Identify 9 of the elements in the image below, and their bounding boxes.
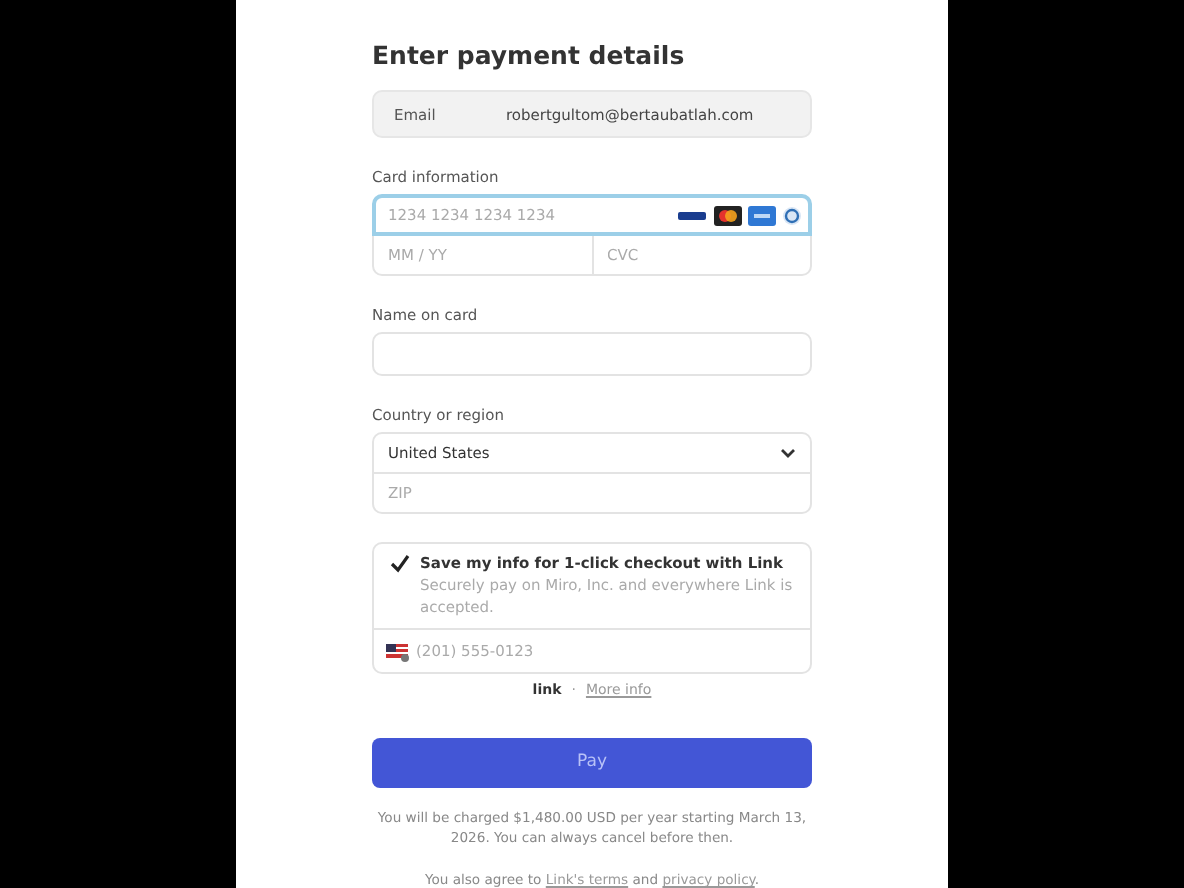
card-brand-icon (676, 207, 708, 224)
pay-button[interactable]: Pay (372, 738, 812, 788)
card-brand-icon (748, 205, 776, 226)
save-info-checkbox[interactable] (390, 554, 410, 575)
form-title: Enter payment details (372, 40, 687, 70)
card-brand-icon (782, 205, 802, 226)
name-field[interactable] (372, 332, 812, 377)
card-brand-icon (714, 205, 742, 226)
chevron-down-icon (780, 448, 796, 459)
